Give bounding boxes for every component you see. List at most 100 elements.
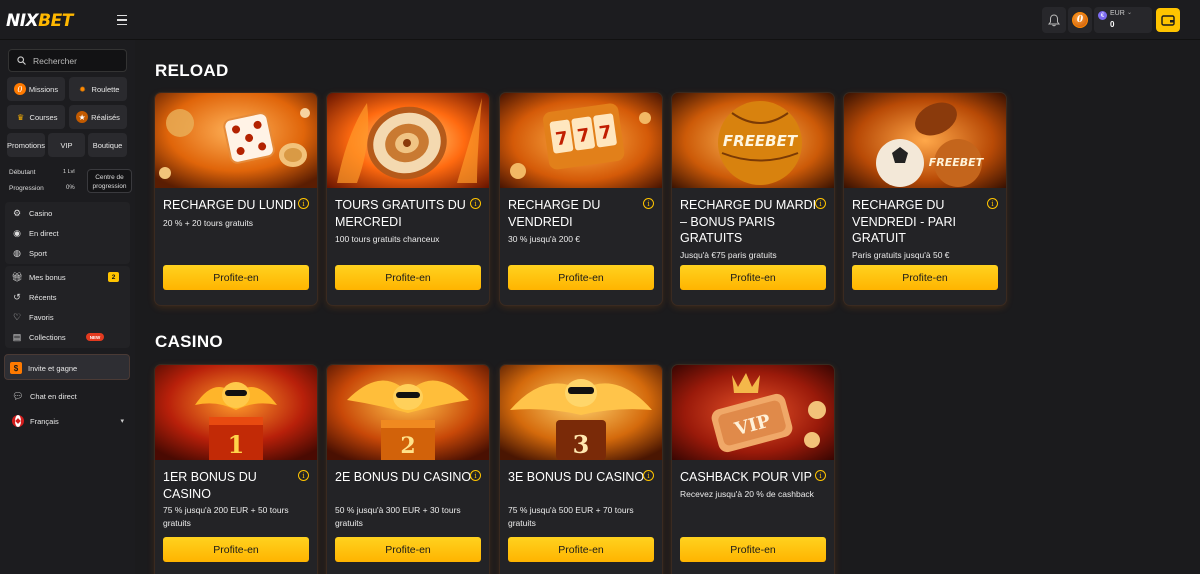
- wallet-balance[interactable]: € EUR ⌄ 0: [1094, 7, 1152, 33]
- promo-description: Recevez jusqu'à 20 % de cashback: [680, 489, 814, 499]
- info-icon[interactable]: i: [643, 470, 654, 481]
- promo-title: RECHARGE DU VENDREDI: [508, 198, 601, 229]
- tile-missions[interactable]: 0 Missions: [7, 77, 65, 101]
- bell-icon: [1048, 13, 1060, 26]
- nav-collections[interactable]: ▤ Collections NEW: [11, 329, 125, 345]
- notifications-button[interactable]: [1042, 7, 1066, 33]
- nav-recents[interactable]: ↺ Récents: [11, 289, 57, 305]
- info-icon[interactable]: i: [470, 198, 481, 209]
- promo-card[interactable]: FREEBET RECHARGE DU VENDREDI - PARI GRAT…: [844, 93, 1006, 305]
- info-icon[interactable]: i: [815, 198, 826, 209]
- info-icon[interactable]: i: [643, 198, 654, 209]
- history-icon: ↺: [13, 291, 21, 302]
- promo-image-roulette: [327, 93, 489, 188]
- claim-button[interactable]: Profite-en: [680, 537, 826, 562]
- info-icon[interactable]: i: [298, 198, 309, 209]
- nav-label: Collections: [29, 332, 66, 342]
- promo-title: 3E BONUS DU CASINO: [508, 470, 645, 484]
- loyalty-coin-button[interactable]: 0: [1068, 7, 1092, 33]
- promo-description: Paris gratuits jusqu'à 50 €: [852, 250, 950, 260]
- search-icon: [17, 56, 26, 65]
- claim-button[interactable]: Profite-en: [508, 537, 654, 562]
- info-icon[interactable]: i: [298, 470, 309, 481]
- tile-label: Roulette: [91, 84, 120, 94]
- promo-title: RECHARGE DU VENDREDI - PARI GRATUIT: [852, 198, 956, 245]
- claim-button[interactable]: Profite-en: [335, 537, 481, 562]
- nixbet-logo[interactable]: NIXBET: [6, 11, 73, 31]
- claim-button[interactable]: Profite-en: [163, 537, 309, 562]
- nav-casino[interactable]: ⚙ Casino: [11, 205, 52, 221]
- progress-label: Progression: [9, 185, 44, 192]
- tile-promotions[interactable]: Promotions: [7, 133, 45, 157]
- promo-image-bonus-3: 3: [500, 365, 662, 460]
- nav-label: Sport: [29, 248, 47, 258]
- nav-label: Mes bonus: [29, 272, 66, 282]
- claim-button[interactable]: Profite-en: [852, 265, 998, 290]
- info-icon[interactable]: i: [987, 198, 998, 209]
- live-chat-button[interactable]: 💬︎ Chat en direct: [12, 388, 76, 404]
- wallet-amount: 0: [1110, 20, 1115, 29]
- wallet-currency: EUR: [1110, 10, 1125, 17]
- nav-live[interactable]: ◉ En direct: [11, 225, 59, 241]
- promo-card[interactable]: 3 3E BONUS DU CASINO i 75 % jusqu'à 500 …: [500, 365, 662, 574]
- tile-label: Réalisés: [91, 112, 120, 122]
- promo-card[interactable]: VIP CASHBACK POUR VIP i Recevez jusqu'à …: [672, 365, 834, 574]
- nav-mes-bonus[interactable]: 🎁︎ Mes bonus 2: [11, 269, 125, 285]
- bonus-number-text: 1: [228, 430, 245, 459]
- nav-favoris[interactable]: ♡ Favoris: [11, 309, 54, 325]
- deposit-button[interactable]: [1156, 8, 1180, 32]
- heart-icon: ♡: [12, 311, 22, 322]
- promo-card[interactable]: RECHARGE DU LUNDI i 20 % + 20 tours grat…: [155, 93, 317, 305]
- top-bar: NIXBET 0 € EUR ⌄ 0: [0, 0, 1200, 40]
- info-icon[interactable]: i: [470, 470, 481, 481]
- tile-realises[interactable]: ★ Réalisés: [69, 105, 127, 129]
- promo-image-dice: [155, 93, 317, 188]
- promo-image-slot: 777: [500, 93, 662, 188]
- promo-card[interactable]: FREEBET RECHARGE DU MARDI – BONUS PARIS …: [672, 93, 834, 305]
- progress-panel: Débutant 1 Lvl Progression 0% Centre de …: [7, 168, 132, 198]
- progress-center-button[interactable]: Centre de progression: [87, 169, 132, 193]
- promo-card[interactable]: 777 RECHARGE DU VENDREDI i 30 % jusqu'à …: [500, 93, 662, 305]
- promo-card[interactable]: TOURS GRATUITS DU MERCREDI i 100 tours g…: [327, 93, 489, 305]
- canada-flag-icon: [12, 415, 24, 427]
- info-icon[interactable]: i: [815, 470, 826, 481]
- claim-button[interactable]: Profite-en: [335, 265, 481, 290]
- new-badge: NEW: [86, 333, 104, 341]
- personal-nav: 🎁︎ Mes bonus 2 ↺ Récents ♡ Favoris ▤ Col…: [5, 266, 130, 348]
- invite-row: $ Invite et gagne: [10, 360, 77, 376]
- nav-label: En direct: [29, 228, 59, 238]
- tile-boutique[interactable]: Boutique: [88, 133, 127, 157]
- tile-roulette[interactable]: ✹ Roulette: [69, 77, 127, 101]
- claim-button[interactable]: Profite-en: [163, 265, 309, 290]
- promo-card[interactable]: 1 1ER BONUS DU CASINO i 75 % jusqu'à 200…: [155, 365, 317, 574]
- main-content: RELOAD RECHARGE DU LUNDI i 20 % + 20 tou…: [135, 40, 1200, 574]
- promo-title: RECHARGE DU MARDI – BONUS PARIS GRATUITS: [680, 198, 817, 245]
- promo-title: TOURS GRATUITS DU MERCREDI: [335, 198, 466, 229]
- roulette-icon: ✹: [79, 84, 86, 94]
- section-title-casino: CASINO: [155, 332, 223, 351]
- promo-title: 2E BONUS DU CASINO: [335, 470, 472, 484]
- sport-ball-icon: ◍: [13, 247, 21, 258]
- search-placeholder: Rechercher: [33, 55, 77, 66]
- tile-courses[interactable]: ♛ Courses: [7, 105, 65, 129]
- promo-description: 75 % jusqu'à 200 EUR + 50 tours gratuits: [163, 505, 289, 528]
- claim-button[interactable]: Profite-en: [508, 265, 654, 290]
- hamburger-menu-icon[interactable]: [112, 10, 132, 30]
- bonus-number-text: 2: [400, 433, 415, 459]
- claim-button[interactable]: Profite-en: [680, 265, 826, 290]
- search-input[interactable]: Rechercher: [8, 49, 127, 72]
- tile-vip[interactable]: VIP: [48, 133, 85, 157]
- invite-and-earn-button[interactable]: $ Invite et gagne: [4, 354, 130, 380]
- nav-sport[interactable]: ◍ Sport: [11, 245, 47, 261]
- dollar-icon: $: [10, 362, 22, 374]
- trophy-icon: ♛: [16, 112, 25, 122]
- language-selector[interactable]: Français ▾: [12, 413, 124, 429]
- nav-label: Récents: [29, 292, 57, 302]
- promo-title: CASHBACK POUR VIP: [680, 470, 812, 484]
- chat-icon: 💬︎: [12, 390, 24, 401]
- promo-card[interactable]: 2 2E BONUS DU CASINO i 50 % jusqu'à 300 …: [327, 365, 489, 574]
- missions-icon: 0: [13, 83, 26, 95]
- euro-icon: €: [1098, 11, 1107, 20]
- invite-label: Invite et gagne: [28, 363, 78, 373]
- promo-image-vip: VIP: [672, 365, 834, 460]
